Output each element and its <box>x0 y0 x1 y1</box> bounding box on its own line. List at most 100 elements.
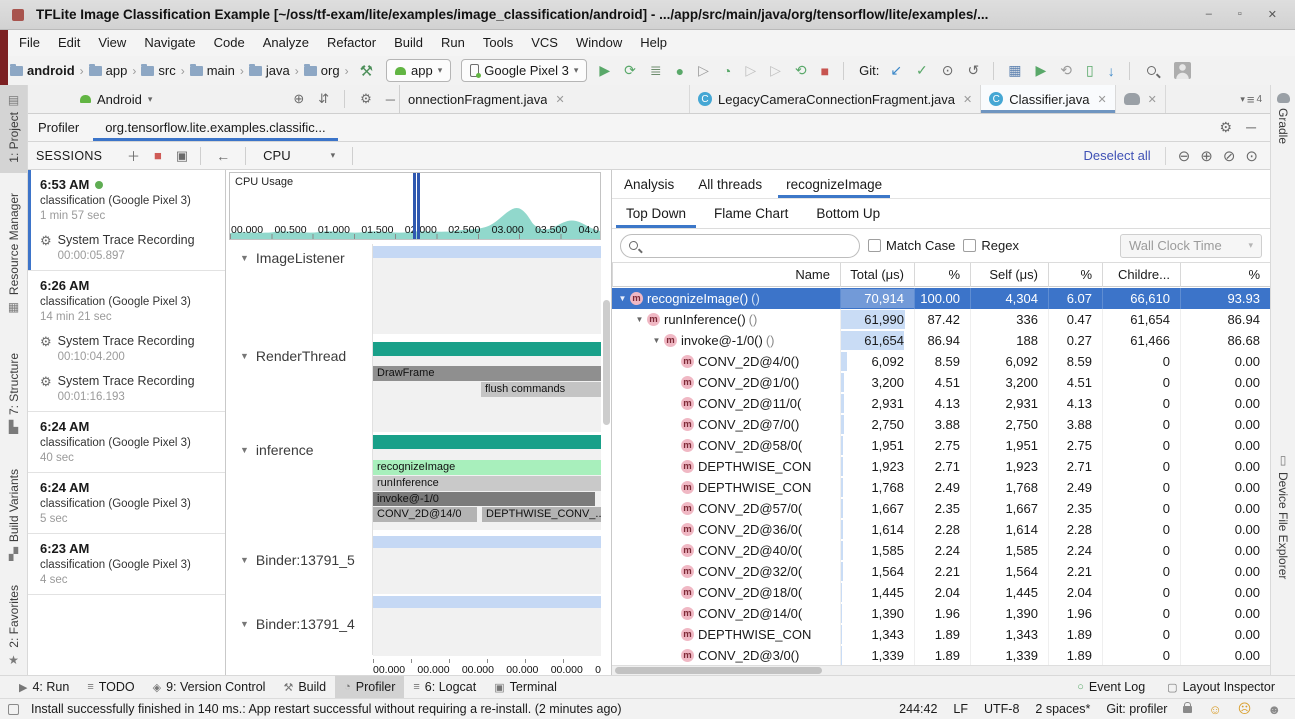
table-row[interactable]: ▼ m CONV_2D@3/0() 1,339 1.89 1,339 1.89 … <box>612 645 1270 665</box>
minimize-button[interactable]: – <box>1206 8 1212 21</box>
table-row[interactable]: ▼ m CONV_2D@57/0( 1,667 2.35 1,667 2.35 … <box>612 498 1270 519</box>
table-row[interactable]: ▼ m DEPTHWISE_CON 1,923 2.71 1,923 2.71 … <box>612 456 1270 477</box>
breadcrumb-item[interactable]: org › <box>304 63 350 78</box>
menu-item[interactable]: VCS <box>522 30 567 56</box>
analysis-tab[interactable]: All threads <box>686 170 774 198</box>
recording-item[interactable]: ⚙ System Trace Recording 00:00:05.897 <box>40 233 219 262</box>
column-header[interactable]: Total (μs) <box>840 263 914 287</box>
device-manager-icon[interactable]: ▯ <box>1081 62 1099 79</box>
close-icon[interactable]: ✕ <box>1095 93 1106 106</box>
search-box[interactable] <box>620 234 860 258</box>
profiler-session-tab[interactable]: org.tensorflow.lite.examples.classific..… <box>91 114 339 141</box>
cpu-usage-chart[interactable]: CPU Usage 00.00000.50001.00001.50002.000… <box>229 172 601 240</box>
gravatar-icon[interactable]: ☻ <box>1267 702 1281 717</box>
stop-icon[interactable]: ■ <box>816 63 834 79</box>
menu-item[interactable]: Window <box>567 30 631 56</box>
recording-item[interactable]: ⚙ System Trace Recording 00:01:16.193 <box>40 374 219 403</box>
table-row[interactable]: ▼ m CONV_2D@11/0( 2,931 4.13 2,931 4.13 … <box>612 393 1270 414</box>
sidebar-item-resource-manager[interactable]: Resource Manager ▦ <box>0 185 27 335</box>
sidebar-item-structure[interactable]: 7: Structure ▙ <box>0 345 27 455</box>
collapse-arrow-icon[interactable]: ▼ <box>240 253 249 263</box>
file-encoding[interactable]: UTF-8 <box>984 702 1019 716</box>
menu-item[interactable]: Navigate <box>135 30 204 56</box>
project-structure-icon[interactable]: ▦ <box>1003 62 1026 79</box>
debug-icon[interactable]: ● <box>671 63 689 79</box>
expand-arrow-icon[interactable]: ▼ <box>616 288 629 309</box>
apply-changes-icon[interactable]: ⟳ <box>619 62 641 79</box>
sidebar-item-project[interactable]: ▤ 1: Project <box>0 85 27 173</box>
hidden-tabs-dropdown[interactable]: ▾ ≡ 4 <box>1232 85 1270 113</box>
table-row[interactable]: ▼ m CONV_2D@14/0( 1,390 1.96 1,390 1.96 … <box>612 603 1270 624</box>
thread-state-bar[interactable] <box>373 435 601 449</box>
run-config-selector[interactable]: app ▾ <box>386 59 451 82</box>
thread-row-imagelistener[interactable]: ▼ ImageListener <box>240 250 345 266</box>
layout-inspector-button[interactable]: ▢ Layout Inspector <box>1167 680 1275 694</box>
sdk-manager-icon[interactable]: ↓ <box>1103 63 1120 79</box>
indent-setting[interactable]: 2 spaces* <box>1035 702 1090 716</box>
menu-item[interactable]: Tools <box>474 30 522 56</box>
zoom-out-icon[interactable]: ⊖ <box>1178 147 1191 165</box>
line-separator[interactable]: LF <box>953 702 968 716</box>
selection-range-line[interactable] <box>413 173 420 239</box>
settings-gear-icon[interactable]: ⚙ <box>356 91 376 107</box>
analysis-tab[interactable]: Analysis <box>612 170 686 198</box>
git-rollback-icon[interactable]: ↺ <box>963 62 985 79</box>
tab-gradle-file[interactable]: ✕ <box>1116 85 1166 113</box>
collapse-arrow-icon[interactable]: ▼ <box>240 619 249 629</box>
toolwindow-button[interactable]: ⚒ Build <box>274 676 335 698</box>
menu-item[interactable]: Edit <box>49 30 89 56</box>
table-row[interactable]: ▼ m DEPTHWISE_CON 1,768 2.49 1,768 2.49 … <box>612 477 1270 498</box>
thread-state-bar[interactable] <box>373 342 601 356</box>
recording-item[interactable]: ⚙ System Trace Recording 00:10:04.200 <box>40 334 219 363</box>
project-view-selector[interactable]: Android <box>97 92 142 107</box>
table-row[interactable]: ▼ m recognizeImage() () 70,914 100.00 4,… <box>612 288 1270 309</box>
session-item[interactable]: 6:23 AM classification (Google Pixel 3) … <box>28 534 225 595</box>
hide-panel-icon[interactable]: ─ <box>1246 119 1256 136</box>
gradle-sync-icon[interactable]: ⟲ <box>1055 62 1077 79</box>
trace-span-flush-commands[interactable]: flush commands <box>481 382 601 397</box>
add-session-icon[interactable]: ＋ <box>120 146 147 165</box>
git-branch[interactable]: Git: profiler <box>1106 702 1167 716</box>
attach-debugger-icon[interactable]: ▷ <box>740 62 761 79</box>
collapse-all-icon[interactable]: ⇵ <box>314 91 333 107</box>
tab-camera-connection-fragment[interactable]: onnectionFragment.java ✕ <box>400 85 690 113</box>
event-log-button[interactable]: ○ Event Log <box>1077 680 1145 694</box>
toolwindow-button[interactable]: ▶ 4: Run <box>10 676 78 698</box>
thread-row-binder4[interactable]: ▼ Binder:13791_4 <box>240 616 355 632</box>
restart-icon[interactable]: ⟲ <box>790 62 812 79</box>
menu-item[interactable]: View <box>89 30 135 56</box>
close-icon[interactable]: ✕ <box>961 93 972 106</box>
attach-profiler-icon[interactable]: ▷ <box>765 62 786 79</box>
column-header[interactable]: Self (μs) <box>970 263 1048 287</box>
avatar[interactable] <box>1174 62 1191 79</box>
menu-item[interactable]: Build <box>385 30 432 56</box>
thread-row-inference[interactable]: ▼ inference <box>240 442 314 458</box>
breadcrumb-item[interactable]: app › <box>89 63 138 78</box>
tab-classifier[interactable]: C Classifier.java ✕ <box>981 85 1115 113</box>
breadcrumb-item[interactable]: src › <box>141 63 185 78</box>
trace-span-recognizeimage[interactable]: recognizeImage <box>373 460 601 475</box>
menu-item[interactable]: Analyze <box>254 30 318 56</box>
trace-span-runinference[interactable]: runInference <box>373 476 601 491</box>
vertical-scrollbar[interactable] <box>603 300 610 425</box>
thread-state-bar[interactable] <box>373 246 601 258</box>
run-icon[interactable]: ▶ <box>594 62 615 79</box>
clock-mode-selector[interactable]: Wall Clock Time ▾ <box>1120 234 1262 258</box>
coverage-icon[interactable]: ▷ <box>693 62 714 79</box>
analysis-subtab[interactable]: Bottom Up <box>802 199 894 228</box>
menu-item[interactable]: Help <box>631 30 676 56</box>
column-header[interactable]: % <box>914 263 970 287</box>
trace-span-invoke[interactable]: invoke@-1/0 <box>373 492 595 506</box>
regex-checkbox[interactable]: Regex <box>963 238 1019 253</box>
toolwindow-toggle-icon[interactable] <box>8 704 19 715</box>
hide-panel-icon[interactable]: ─ <box>382 92 399 107</box>
session-item[interactable]: 6:24 AM classification (Google Pixel 3) … <box>28 412 225 473</box>
thread-row-binder5[interactable]: ▼ Binder:13791_5 <box>240 552 355 568</box>
close-icon[interactable]: ✕ <box>1146 93 1157 106</box>
toolwindow-button[interactable]: ≡ TODO <box>78 676 143 698</box>
expand-sessions-icon[interactable]: ▣ <box>169 148 195 164</box>
metric-selector[interactable]: CPU ▾ <box>251 148 347 163</box>
lock-icon[interactable] <box>1183 706 1192 713</box>
toolwindow-button[interactable]: ▣ Terminal <box>485 676 566 698</box>
stop-session-icon[interactable]: ■ <box>147 148 169 163</box>
